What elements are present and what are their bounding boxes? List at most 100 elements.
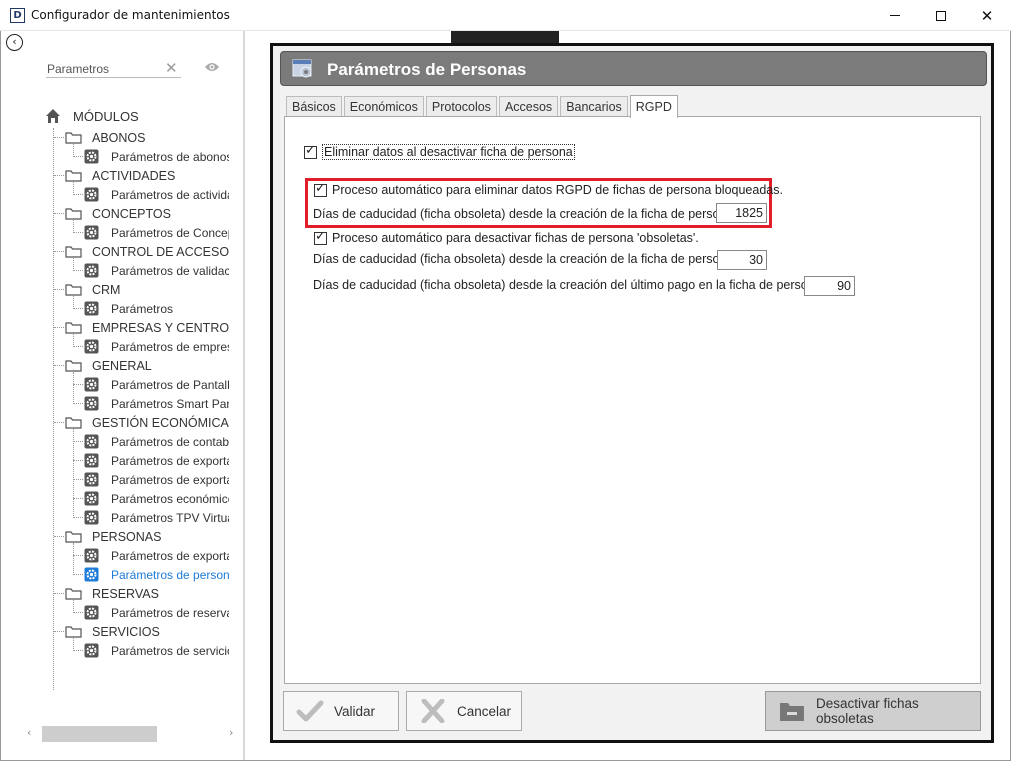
minimize-button[interactable]: [872, 0, 918, 31]
gear-icon: [84, 491, 99, 506]
tree-item[interactable]: Parámetros de empresas: [1, 337, 229, 356]
auto-delete-blocked-checkbox-row[interactable]: Proceso automático para eliminar datos R…: [314, 181, 783, 197]
expiry-days-last-payment-input[interactable]: [804, 276, 855, 296]
delete-on-deactivate-checkbox-row[interactable]: Eliminar datos al desactivar ficha de pe…: [304, 143, 575, 160]
tree-item[interactable]: Parámetros de exportación: [1, 451, 229, 470]
horizontal-scrollbar[interactable]: ‹ ›: [23, 726, 241, 742]
tab-bancarios[interactable]: Bancarios: [560, 96, 628, 117]
tree-root[interactable]: MÓDULOS: [45, 106, 139, 126]
tree-item-label: Parámetros de personas: [111, 567, 229, 582]
tree-connector: [73, 346, 83, 347]
search-input[interactable]: [46, 60, 181, 78]
back-button[interactable]: ‹: [6, 34, 23, 51]
gear-icon: [84, 605, 99, 620]
tree-folder-label: CONTROL DE ACCESO: [92, 244, 229, 259]
gear-icon: [84, 434, 99, 449]
tab-rgpd[interactable]: RGPD: [629, 95, 678, 118]
folder-icon: [65, 417, 82, 429]
tree-connector: [73, 372, 74, 404]
close-button[interactable]: ✕: [964, 0, 1010, 31]
scroll-left-icon[interactable]: ‹: [27, 726, 31, 739]
sidebar: ‹ ✕ MÓDULOS ABONOS Parámetros de abonos AC…: [1, 31, 243, 760]
tree-item[interactable]: Parámetros de servicios: [1, 641, 229, 660]
tree-item[interactable]: Parámetros de actividades: [1, 185, 229, 204]
tree-connector: [73, 270, 83, 271]
sidebar-divider[interactable]: [243, 31, 245, 760]
expiry-days-creation-2-input[interactable]: [717, 250, 767, 270]
tree-folder[interactable]: EMPRESAS Y CENTROS: [1, 318, 229, 337]
scroll-right-icon[interactable]: ›: [229, 726, 233, 739]
tree-connector: [73, 555, 83, 556]
auto-delete-blocked-checkbox[interactable]: [314, 181, 327, 197]
tree-item[interactable]: Parámetros de Conceptos: [1, 223, 229, 242]
tree-item-label: Parámetros de exportación: [111, 548, 229, 563]
tree-item[interactable]: Parámetros de abonos: [1, 147, 229, 166]
expiry-days-creation-1-input[interactable]: [716, 203, 767, 223]
validate-button[interactable]: Validar: [283, 691, 399, 731]
tree-folder[interactable]: ACTIVIDADES: [1, 166, 229, 185]
tree-connector: [73, 574, 83, 575]
main-panel: Parámetros de Personas Básicos Económico…: [270, 43, 994, 743]
expiry-days-creation-1-label: Días de caducidad (ficha obsoleta) desde…: [313, 207, 734, 221]
clear-search-icon[interactable]: ✕: [165, 59, 178, 77]
tree-folder[interactable]: RESERVAS: [1, 584, 229, 603]
gear-icon: [84, 225, 99, 240]
maximize-icon: [936, 10, 946, 21]
tree-item[interactable]: Parámetros económicos: [1, 489, 229, 508]
tree-item-selected[interactable]: Parámetros de personas: [1, 565, 229, 584]
settings-window-icon: [292, 59, 312, 78]
tree-connector: [73, 650, 83, 651]
tree-folder[interactable]: CRM: [1, 280, 229, 299]
tree-folder[interactable]: GESTIÓN ECONÓMICA: [1, 413, 229, 432]
tree-item[interactable]: Parámetros de Pantalla: [1, 375, 229, 394]
gear-icon: [84, 187, 99, 202]
gear-icon: [84, 149, 99, 164]
tree-item[interactable]: Parámetros de exportación: [1, 546, 229, 565]
tree-connector: [73, 156, 83, 157]
tree-connector: [54, 422, 64, 423]
cross-icon: [421, 699, 445, 723]
gear-icon: [84, 510, 99, 525]
tree-item[interactable]: Parámetros de validación: [1, 261, 229, 280]
tree-item[interactable]: Parámetros TPV Virtual: [1, 508, 229, 527]
home-icon: [46, 109, 60, 123]
tab-accesos[interactable]: Accesos: [498, 96, 559, 117]
tree-item[interactable]: Parámetros de contabilidad: [1, 432, 229, 451]
eye-icon[interactable]: [204, 61, 220, 73]
tree-connector: [73, 308, 83, 309]
scrollbar-thumb[interactable]: [42, 726, 157, 742]
tree-connector: [73, 334, 74, 347]
tab-basicos[interactable]: Básicos: [286, 96, 342, 117]
auto-deactivate-obsolete-checkbox-row[interactable]: Proceso automático para desactivar ficha…: [314, 229, 699, 245]
tree-folder[interactable]: CONCEPTOS: [1, 204, 229, 223]
tree-connector: [73, 441, 83, 442]
folder-icon: [65, 588, 82, 600]
tree-item[interactable]: Parámetros de exportación: [1, 470, 229, 489]
auto-deactivate-obsolete-checkbox[interactable]: [314, 229, 327, 245]
tree-folder[interactable]: PERSONAS: [1, 527, 229, 546]
tree-connector: [73, 600, 74, 613]
tree-root-label: MÓDULOS: [73, 108, 139, 124]
tree-folder[interactable]: ABONOS: [1, 128, 229, 147]
window-title: Configurador de mantenimientos: [31, 8, 230, 22]
delete-on-deactivate-checkbox[interactable]: [304, 143, 317, 159]
close-icon: ✕: [980, 6, 994, 25]
folder-icon: [65, 284, 82, 296]
tree-connector: [73, 543, 74, 575]
deactivate-obsolete-button[interactable]: Desactivar fichas obsoletas: [765, 691, 981, 731]
tree-folder[interactable]: CONTROL DE ACCESO: [1, 242, 229, 261]
tab-protocolos[interactable]: Protocolos: [425, 96, 497, 117]
tab-strip: Básicos Económicos Protocolos Accesos Ba…: [286, 95, 680, 118]
maximize-button[interactable]: [918, 0, 964, 31]
tree-item[interactable]: Parámetros: [1, 299, 229, 318]
tree-folder[interactable]: GENERAL: [1, 356, 229, 375]
panel-title: Parámetros de Personas: [327, 60, 527, 79]
tree-item[interactable]: Parámetros Smart Panel: [1, 394, 229, 413]
deactivate-obsolete-button-label: Desactivar fichas obsoletas: [815, 696, 919, 726]
tree-item-label: Parámetros TPV Virtual: [111, 510, 229, 525]
tree-connector: [73, 460, 83, 461]
cancel-button[interactable]: Cancelar: [406, 691, 522, 731]
tab-economicos[interactable]: Económicos: [343, 96, 424, 117]
tree-item[interactable]: Parámetros de reservas: [1, 603, 229, 622]
tree-folder[interactable]: SERVICIOS: [1, 622, 229, 641]
